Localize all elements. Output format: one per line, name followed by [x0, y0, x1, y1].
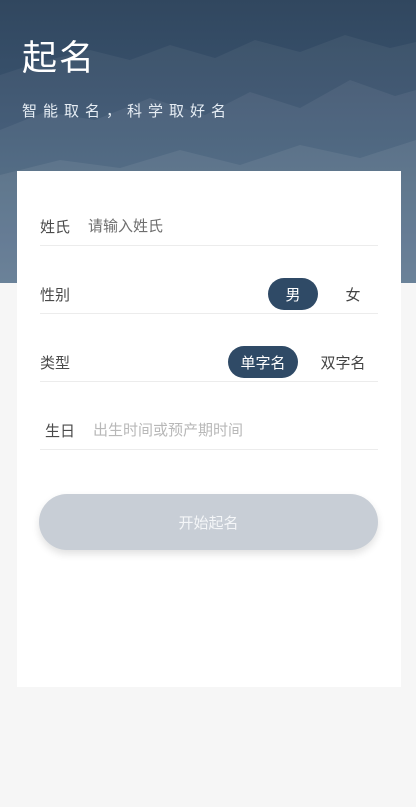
surname-input[interactable] — [88, 217, 339, 235]
naming-form-card: 姓氏 性别 男 女 类型 单字名 双字名 生日 开始起名 — [17, 171, 401, 687]
start-naming-button[interactable]: 开始起名 — [39, 494, 378, 550]
page-title: 起名 — [22, 39, 97, 79]
birthday-input[interactable] — [93, 421, 344, 439]
birthday-label: 生日 — [45, 421, 76, 440]
birthday-row: 生日 — [40, 411, 378, 450]
gender-selector: 男 女 — [268, 278, 378, 310]
surname-label: 姓氏 — [40, 217, 71, 236]
surname-row: 姓氏 — [40, 207, 378, 246]
gender-row: 性别 男 女 — [40, 275, 378, 314]
gender-option-female[interactable]: 女 — [328, 278, 378, 310]
page-subtitle: 智能取名，科学取好名 — [22, 102, 233, 120]
type-option-single[interactable]: 单字名 — [228, 346, 298, 378]
type-option-double[interactable]: 双字名 — [308, 346, 378, 378]
gender-label: 性别 — [40, 285, 71, 304]
type-row: 类型 单字名 双字名 — [40, 343, 378, 382]
gender-option-male[interactable]: 男 — [268, 278, 318, 310]
type-label: 类型 — [40, 353, 71, 372]
type-selector: 单字名 双字名 — [228, 346, 378, 378]
